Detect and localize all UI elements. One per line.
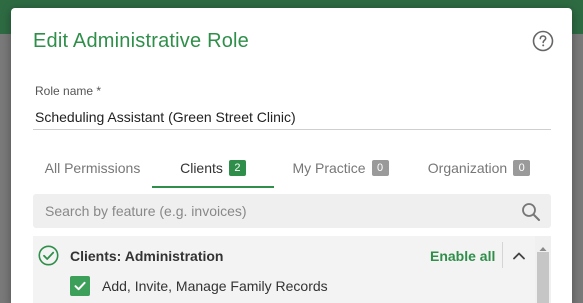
scrollbar-thumb[interactable] <box>537 252 549 303</box>
role-name-input[interactable] <box>33 104 551 130</box>
enable-all-button[interactable]: Enable all <box>430 248 495 264</box>
check-circle-icon <box>38 245 59 266</box>
search-input[interactable] <box>33 194 513 228</box>
chevron-up-icon[interactable] <box>511 248 527 264</box>
tab-organization[interactable]: Organization 0 <box>407 154 551 188</box>
tab-count-badge: 2 <box>228 160 246 176</box>
group-title: Clients: Administration <box>70 248 224 264</box>
tab-my-practice[interactable]: My Practice 0 <box>274 154 407 188</box>
tab-label: My Practice <box>292 160 366 176</box>
tab-label: All Permissions <box>44 160 141 176</box>
help-circle-icon[interactable] <box>532 30 554 52</box>
feature-search <box>33 194 551 228</box>
permission-group: Clients: Administration Enable all Add, … <box>33 236 551 303</box>
edit-role-modal: Edit Administrative Role Role name * All… <box>11 8 572 303</box>
role-name-label: Role name * <box>35 84 102 98</box>
tab-label: Clients <box>180 160 223 176</box>
permission-checkbox[interactable] <box>70 276 90 296</box>
tab-count-badge: 0 <box>513 160 531 176</box>
check-icon <box>74 281 86 291</box>
modal-title: Edit Administrative Role <box>33 30 250 52</box>
divider <box>502 242 503 268</box>
scroll-up-arrow-icon[interactable] <box>539 240 547 251</box>
permission-item[interactable]: Add, Invite, Manage Family Records <box>70 275 328 297</box>
tab-all-permissions[interactable]: All Permissions <box>33 154 152 188</box>
scrollbar[interactable] <box>535 236 551 303</box>
permission-label: Add, Invite, Manage Family Records <box>102 278 328 294</box>
tab-count-badge: 0 <box>371 160 389 176</box>
permission-tabs: All Permissions Clients 2 My Practice 0 … <box>33 154 551 188</box>
tab-clients[interactable]: Clients 2 <box>152 154 274 188</box>
search-icon[interactable] <box>521 202 541 222</box>
tab-label: Organization <box>427 160 508 176</box>
